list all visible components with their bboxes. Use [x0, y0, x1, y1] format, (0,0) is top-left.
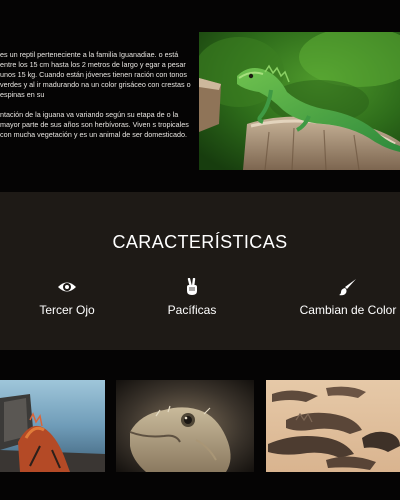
feature-label: Cambian de Color	[299, 303, 397, 317]
eye-icon	[57, 278, 77, 296]
feature-cambian-color: Cambian de Color	[283, 278, 400, 317]
intro-paragraph-2: ntación de la iguana va variando según s…	[0, 110, 189, 139]
intro-section: es un reptil perteneciente a la familia …	[0, 0, 400, 192]
feature-label: Tercer Ojo	[39, 303, 95, 317]
intro-paragraph-1: es un reptil perteneciente a la familia …	[0, 50, 191, 99]
green-iguana-photo	[199, 32, 400, 170]
feature-pacificas: Pacíficas	[127, 277, 257, 317]
paint-brush-icon	[338, 278, 358, 296]
peace-hand-icon	[182, 277, 202, 296]
gallery-section	[0, 350, 400, 500]
features-title: CARACTERÍSTICAS	[112, 232, 288, 252]
intro-text: es un reptil perteneciente a la familia …	[0, 50, 192, 150]
marine-iguana-photo	[0, 380, 105, 472]
feature-tercer-ojo: Tercer Ojo	[2, 278, 132, 317]
feature-label: Pacíficas	[167, 303, 217, 317]
features-section: CARACTERÍSTICAS Tercer Ojo Pacíficas Cam…	[0, 192, 400, 350]
iguanas-on-beach-photo	[266, 380, 400, 472]
iguana-head-photo	[116, 380, 254, 472]
